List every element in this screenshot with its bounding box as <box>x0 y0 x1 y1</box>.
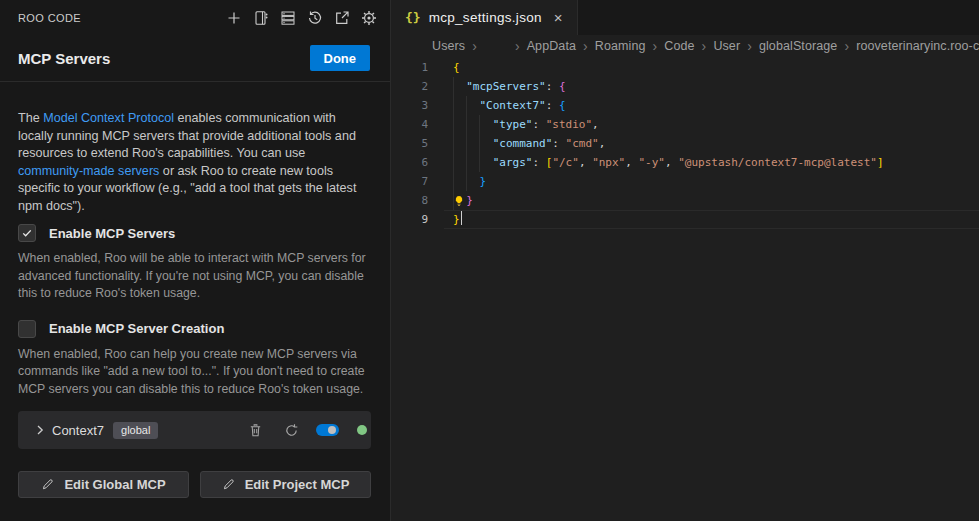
code-text: { <box>453 58 460 77</box>
tab-bar: {} mcp_settings.json × <box>391 0 979 35</box>
notebook-icon[interactable] <box>253 10 269 26</box>
code-text: "mcpServers": { <box>453 77 566 96</box>
checkbox-description: When enabled, Roo can help you create ne… <box>18 346 371 399</box>
server-row-context7[interactable]: Context7 global <box>18 411 371 449</box>
breadcrumb: Users › › AppData › Roaming › Code › User › globalS… <box>391 35 979 57</box>
breadcrumb-item[interactable]: Roaming <box>595 39 646 53</box>
line-number: 6 <box>391 153 453 172</box>
enable-mcp-server-creation-setting: Enable MCP Server Creation When enabled,… <box>18 320 371 399</box>
breadcrumb-separator: › <box>747 38 752 54</box>
code-text: "command": "cmd", <box>453 134 605 153</box>
button-label: Edit Project MCP <box>245 477 350 492</box>
sidebar-toolbar <box>226 10 377 26</box>
community-made-servers-link[interactable]: community-made servers <box>18 164 159 178</box>
history-icon[interactable] <box>307 10 323 26</box>
server-enabled-toggle[interactable] <box>316 424 339 436</box>
enable-mcp-server-creation-checkbox[interactable] <box>18 320 36 338</box>
vscode-window: ROO CODE MCP Servers Done The Model Cont… <box>0 0 979 521</box>
checkbox-description: When enabled, Roo will be able to intera… <box>18 250 371 303</box>
done-button[interactable]: Done <box>310 45 371 71</box>
code-line-6[interactable]: 6 "args": ["/c", "npx", "-y", "@upstash/… <box>391 153 979 172</box>
check-icon <box>21 227 33 239</box>
code-text: } <box>453 172 486 191</box>
breadcrumb-separator: › <box>653 38 658 54</box>
enable-mcp-servers-setting: Enable MCP Servers When enabled, Roo wil… <box>18 224 371 303</box>
line-number: 4 <box>391 115 453 134</box>
enable-mcp-servers-checkbox[interactable] <box>18 224 36 242</box>
checkbox-label: Enable MCP Servers <box>49 226 175 241</box>
code-line-8[interactable]: 8 } <box>391 191 979 210</box>
tab-title: mcp_settings.json <box>429 10 542 25</box>
code-line-2[interactable]: 2 "mcpServers": { <box>391 77 979 96</box>
code-text: "type": "stdio", <box>453 115 599 134</box>
model-context-protocol-link[interactable]: Model Context Protocol <box>43 111 174 125</box>
breadcrumb-separator: › <box>472 38 477 54</box>
settings-gear-icon[interactable] <box>361 10 377 26</box>
code-line-5[interactable]: 5 "command": "cmd", <box>391 134 979 153</box>
pencil-icon <box>41 478 54 491</box>
line-number: 3 <box>391 96 453 115</box>
panel-content: The Model Context Protocol enables commu… <box>0 82 390 498</box>
tab-mcp-settings-json[interactable]: {} mcp_settings.json × <box>391 0 578 35</box>
code-line-1[interactable]: 1{ <box>391 58 979 77</box>
sidebar-title: ROO CODE <box>18 12 81 24</box>
mcp-edit-buttons: Edit Global MCP Edit Project MCP <box>18 471 371 498</box>
code-text: } <box>453 191 473 210</box>
mcp-servers-icon[interactable] <box>280 10 296 26</box>
line-number: 9 <box>391 210 453 229</box>
edit-global-mcp-button[interactable]: Edit Global MCP <box>18 471 189 498</box>
breadcrumb-separator: › <box>583 38 588 54</box>
breadcrumb-item[interactable]: AppData <box>527 39 576 53</box>
chevron-right-icon[interactable] <box>32 422 48 438</box>
toggle-knob <box>328 426 336 434</box>
breadcrumb-item[interactable]: rooveterinaryinc.roo-cli <box>856 39 979 53</box>
restart-server-button[interactable] <box>283 422 299 438</box>
line-number: 2 <box>391 77 453 96</box>
code-text: } <box>453 210 462 229</box>
enable-mcp-server-creation-row[interactable]: Enable MCP Server Creation <box>18 320 371 338</box>
checkbox-label: Enable MCP Server Creation <box>49 321 224 336</box>
code-text: "args": ["/c", "npx", "-y", "@upstash/co… <box>453 153 884 172</box>
server-status-dot <box>357 425 367 435</box>
code-line-3[interactable]: 3 "Context7": { <box>391 96 979 115</box>
line-number: 5 <box>391 134 453 153</box>
panel-header: MCP Servers Done <box>0 35 390 81</box>
description-text: The <box>18 111 43 125</box>
tab-close-icon[interactable]: × <box>554 10 563 25</box>
enable-mcp-servers-row[interactable]: Enable MCP Servers <box>18 224 371 242</box>
json-file-icon: {} <box>405 10 421 25</box>
code-line-4[interactable]: 4 "type": "stdio", <box>391 115 979 134</box>
mcp-description: The Model Context Protocol enables commu… <box>18 110 371 215</box>
text-cursor <box>461 211 463 225</box>
breadcrumb-separator: › <box>702 38 707 54</box>
pencil-icon <box>222 478 235 491</box>
code-line-7[interactable]: 7 } <box>391 172 979 191</box>
breadcrumb-item[interactable]: Users <box>432 39 465 53</box>
line-number: 1 <box>391 58 453 77</box>
line-number: 8 <box>391 191 453 210</box>
sidebar-header: ROO CODE <box>0 0 390 35</box>
delete-server-button[interactable] <box>247 422 263 438</box>
page-title: MCP Servers <box>18 50 110 67</box>
code-line-9[interactable]: 9} <box>391 210 979 229</box>
code-text: "Context7": { <box>453 96 566 115</box>
open-external-icon[interactable] <box>334 10 350 26</box>
code-editor[interactable]: 1{2 "mcpServers": {3 "Context7": {4 "typ… <box>391 57 979 521</box>
plus-icon[interactable] <box>226 10 242 26</box>
server-name: Context7 <box>52 423 104 438</box>
editor-area: {} mcp_settings.json × Users › › AppData › Ro… <box>391 0 979 521</box>
server-scope-badge: global <box>113 422 158 439</box>
button-label: Edit Global MCP <box>64 477 165 492</box>
line-number: 7 <box>391 172 453 191</box>
breadcrumb-separator: › <box>844 38 849 54</box>
breadcrumb-separator: › <box>515 38 520 54</box>
breadcrumb-item[interactable]: globalStorage <box>759 39 837 53</box>
breadcrumb-item[interactable]: Code <box>664 39 694 53</box>
breadcrumb-item[interactable]: User <box>713 39 740 53</box>
roo-code-panel: ROO CODE MCP Servers Done The Model Cont… <box>0 0 391 521</box>
edit-project-mcp-button[interactable]: Edit Project MCP <box>200 471 371 498</box>
